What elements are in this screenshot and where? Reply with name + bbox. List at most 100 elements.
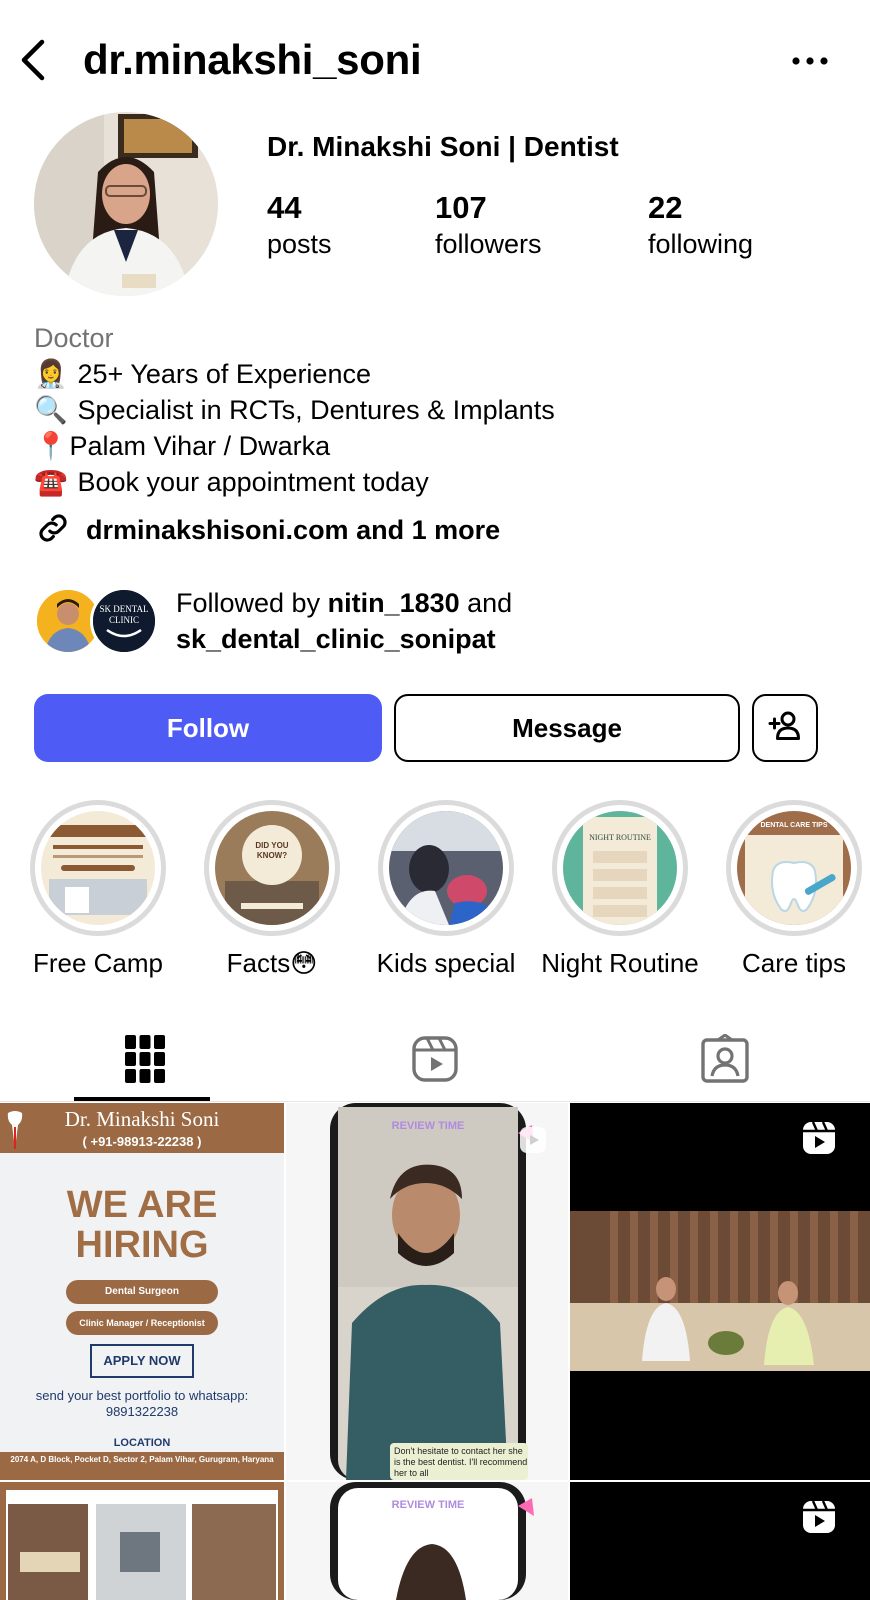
highlight-ring: [378, 800, 514, 936]
more-horizontal-icon[interactable]: [790, 46, 830, 76]
post-interview-reel[interactable]: [570, 1103, 870, 1480]
tab-posts-grid[interactable]: [0, 1020, 290, 1102]
highlight-kids-special[interactable]: Kids special: [358, 800, 534, 979]
magnifier-emoji-icon: 🔍: [34, 395, 68, 425]
post-role-pill: Dental Surgeon: [66, 1280, 218, 1304]
active-tab-indicator: [74, 1097, 210, 1101]
suggest-people-button[interactable]: [752, 694, 818, 762]
follower-avatar: SK DENTAL CLINIC: [90, 587, 158, 655]
profile-category: Doctor: [34, 323, 114, 353]
chevron-left-icon[interactable]: [14, 36, 54, 84]
review-caption: Don't hesitate to contact her she is the…: [394, 1446, 528, 1478]
highlight-free-camp[interactable]: Free Camp: [10, 800, 186, 979]
message-button[interactable]: Message: [394, 694, 740, 762]
highlight-cover: DID YOU KNOW?: [215, 811, 329, 925]
link-text: drminakshisoni.com and 1 more: [86, 514, 501, 545]
bio-text: Palam Vihar / Dwarka: [69, 431, 331, 461]
review-tag: REVIEW TIME: [391, 1120, 465, 1132]
highlight-label: Kids special: [376, 948, 516, 978]
add-person-icon: [767, 707, 803, 750]
post-role-pill: Clinic Manager / Receptionist: [66, 1311, 218, 1335]
post-headline: WE ARE: [66, 1184, 218, 1226]
reel-badge-icon: [518, 1125, 548, 1160]
post-review-reel-2[interactable]: REVIEW TIME: [286, 1482, 568, 1600]
highlight-ring: NIGHT ROUTINE: [552, 800, 688, 936]
bio-text: Specialist in RCTs, Dentures & Implants: [77, 395, 555, 425]
post-location-label: LOCATION: [113, 1437, 171, 1449]
bio-line: 🔍 Specialist in RCTs, Dentures & Implant…: [34, 392, 834, 428]
post-reel-3[interactable]: [570, 1482, 870, 1600]
highlight-label: Night Routine: [541, 948, 699, 978]
following-label: following: [648, 229, 754, 259]
bio-text: 25+ Years of Experience: [77, 359, 371, 389]
following-stat[interactable]: 22 following: [648, 190, 753, 262]
highlight-label: Free Camp: [32, 948, 164, 978]
post-send-text: send your best portfolio to whatsapp:: [35, 1388, 249, 1403]
highlight-cover: [389, 811, 503, 925]
follower-username[interactable]: sk_dental_clinic_sonipat: [176, 624, 496, 654]
highlight-cover-text: NIGHT ROUTINE: [589, 833, 651, 842]
highlight-cover: [41, 811, 155, 925]
highlight-cover-text: DENTAL CARE TIPS: [760, 822, 828, 829]
followed-by-prefix: Followed by: [176, 588, 328, 618]
role-text: Dental Surgeon: [105, 1286, 179, 1297]
followed-by-text: Followed by nitin_1830 and sk_dental_cli…: [176, 585, 512, 657]
link-icon: [34, 509, 72, 552]
telephone-emoji-icon: ☎️: [34, 467, 68, 497]
tab-reels[interactable]: [290, 1020, 580, 1102]
highlight-ring: [30, 800, 166, 936]
role-text: Clinic Manager / Receptionist: [79, 1318, 205, 1328]
post-phone: ( +91-98913-22238 ): [82, 1134, 202, 1149]
post-hiring[interactable]: Dr. Minakshi Soni ( +91-98913-22238 ) WE…: [0, 1103, 284, 1480]
highlight-label: Care tips: [741, 948, 847, 978]
posts-label: posts: [267, 229, 332, 259]
tab-tagged[interactable]: [580, 1020, 870, 1102]
pin-emoji-icon: 📍: [34, 431, 68, 461]
highlight-cover: NIGHT ROUTINE: [563, 811, 677, 925]
top-bar: dr.minakshi_soni: [0, 0, 870, 120]
profile-display-name: Dr. Minakshi Soni | Dentist: [267, 131, 619, 162]
profile-bio: Doctor 👩‍⚕️ 25+ Years of Experience 🔍 Sp…: [34, 320, 834, 552]
profile-username: dr.minakshi_soni: [83, 36, 422, 83]
bio-line: 👩‍⚕️ 25+ Years of Experience: [34, 356, 834, 392]
follower-avatar-text: SK DENTAL CLINIC: [99, 604, 149, 625]
highlight-ring: DID YOU KNOW?: [204, 800, 340, 936]
highlight-label: Facts😳: [226, 948, 318, 978]
reel-badge-icon: [800, 1119, 838, 1162]
highlight-night-routine[interactable]: NIGHT ROUTINE Night Routine: [532, 800, 708, 979]
followers-count: 107: [435, 190, 487, 225]
following-count: 22: [648, 190, 683, 225]
followers-label: followers: [435, 229, 542, 259]
grid-icon: [124, 1034, 166, 1089]
review-tag: REVIEW TIME: [391, 1499, 465, 1511]
reel-badge-icon: [800, 1498, 838, 1541]
highlight-ring: DENTAL CARE TIPS: [726, 800, 862, 936]
post-clinic-photo[interactable]: [0, 1482, 284, 1600]
posts-stat[interactable]: 44 posts: [267, 190, 332, 262]
bio-line: 📍 Palam Vihar / Dwarka: [34, 428, 834, 464]
profile-avatar[interactable]: [34, 112, 218, 296]
reels-icon: [411, 1035, 459, 1088]
post-apply-box: APPLY NOW: [90, 1344, 194, 1378]
profile-tabs: [0, 1020, 870, 1102]
bio-line: ☎️ Book your appointment today: [34, 464, 834, 500]
highlight-care-tips[interactable]: DENTAL CARE TIPS Care tips: [706, 800, 870, 979]
post-address: 2074 A, D Block, Pocket D, Sector 2, Pal…: [10, 1455, 274, 1464]
highlight-facts[interactable]: DID YOU KNOW? Facts😳: [184, 800, 360, 979]
doctor-emoji-icon: 👩‍⚕️: [34, 359, 68, 389]
highlight-cover-text: DID YOU KNOW?: [255, 841, 289, 860]
post-review-reel[interactable]: REVIEW TIME Don't hesitate to contact he…: [286, 1103, 568, 1480]
followers-stat[interactable]: 107 followers: [435, 190, 542, 262]
tagged-icon: [700, 1032, 750, 1089]
posts-count: 44: [267, 190, 302, 225]
post-send-number: 9891322238: [105, 1404, 179, 1419]
profile-link[interactable]: drminakshisoni.com and 1 more: [34, 508, 834, 552]
posts-grid: Dr. Minakshi Soni ( +91-98913-22238 ) WE…: [0, 1103, 870, 1600]
highlight-cover: DENTAL CARE TIPS: [737, 811, 851, 925]
followed-by-joiner: and: [459, 588, 513, 618]
followed-by[interactable]: SK DENTAL CLINIC Followed by nitin_1830 …: [34, 585, 834, 657]
follow-button[interactable]: Follow: [34, 694, 382, 762]
post-headline: HIRING: [75, 1224, 209, 1266]
follower-username[interactable]: nitin_1830: [328, 588, 460, 618]
post-doctor-name: Dr. Minakshi Soni: [64, 1107, 220, 1131]
